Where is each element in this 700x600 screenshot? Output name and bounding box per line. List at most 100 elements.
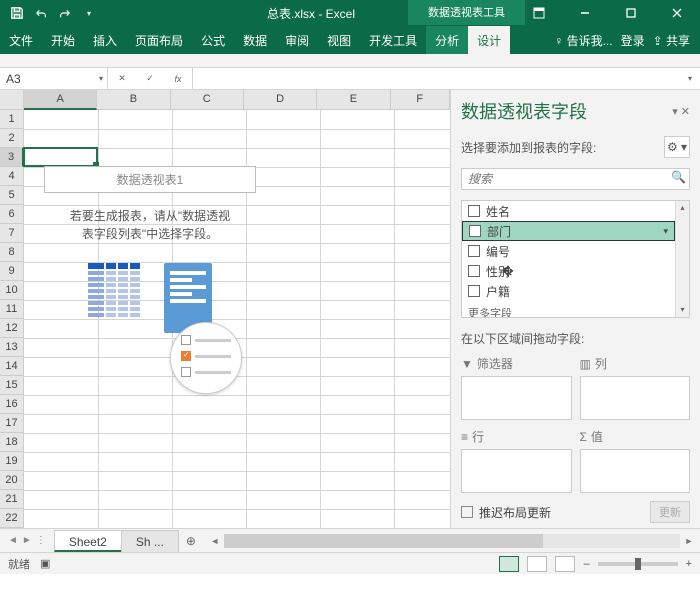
- row-header[interactable]: 20: [0, 471, 24, 490]
- chevron-down-icon[interactable]: ▾: [663, 226, 668, 237]
- col-header-e[interactable]: E: [317, 90, 390, 110]
- field-item[interactable]: 姓名: [462, 201, 675, 221]
- cells-area[interactable]: 数据透视表1 若要生成报表，请从"数据透视表字段列表"中选择字段。: [24, 110, 450, 528]
- select-all-cell[interactable]: [0, 90, 24, 110]
- col-header-c[interactable]: C: [171, 90, 244, 110]
- row-header[interactable]: 5: [0, 186, 24, 205]
- sheet-prev-icon[interactable]: ◄: [8, 535, 18, 546]
- row-header[interactable]: 18: [0, 433, 24, 452]
- checkbox-icon[interactable]: [468, 285, 480, 297]
- zone-columns[interactable]: ▥列: [580, 355, 691, 420]
- minimize-icon[interactable]: [562, 0, 608, 26]
- zoom-out-icon[interactable]: –: [583, 558, 589, 570]
- qat-dropdown-icon[interactable]: ▾: [78, 2, 100, 24]
- row-header[interactable]: 11: [0, 300, 24, 319]
- enter-formula-icon[interactable]: ✓: [136, 73, 164, 84]
- row-header[interactable]: 17: [0, 414, 24, 433]
- expand-formula-icon[interactable]: ▾: [680, 68, 700, 89]
- view-page-break-icon[interactable]: [555, 556, 575, 572]
- row-header[interactable]: 15: [0, 376, 24, 395]
- share-button[interactable]: ⇪ 共享: [653, 32, 690, 49]
- row-header[interactable]: 22: [0, 509, 24, 528]
- login-link[interactable]: 登录: [621, 32, 645, 49]
- checkbox-icon[interactable]: [469, 225, 481, 237]
- tab-developer[interactable]: 开发工具: [360, 26, 426, 54]
- tab-design[interactable]: 设计: [468, 26, 510, 54]
- tab-data[interactable]: 数据: [234, 26, 276, 54]
- checkbox-icon[interactable]: [468, 205, 480, 217]
- field-item[interactable]: 户籍: [462, 281, 675, 301]
- add-sheet-icon[interactable]: ⊕: [178, 529, 204, 552]
- zone-values[interactable]: Σ值: [580, 428, 691, 493]
- row-header[interactable]: 16: [0, 395, 24, 414]
- close-icon[interactable]: [654, 0, 700, 26]
- drop-zones: ▼筛选器 ▥列 ≡行 Σ值: [461, 355, 690, 493]
- macro-record-icon[interactable]: ▣: [40, 557, 50, 570]
- pivot-title: 数据透视表1: [44, 166, 256, 193]
- row-header[interactable]: 8: [0, 243, 24, 262]
- tab-file[interactable]: 文件: [0, 26, 42, 54]
- cancel-formula-icon[interactable]: ✕: [108, 73, 136, 84]
- defer-checkbox[interactable]: [461, 506, 473, 518]
- col-header-a[interactable]: A: [24, 90, 97, 110]
- view-normal-icon[interactable]: [499, 556, 519, 572]
- fx-icon[interactable]: fx: [164, 74, 192, 84]
- zoom-in-icon[interactable]: +: [686, 558, 692, 570]
- row-header[interactable]: 21: [0, 490, 24, 509]
- pane-close-icon[interactable]: ▾ ✕: [672, 105, 690, 118]
- horizontal-scrollbar[interactable]: ◄►: [204, 529, 700, 552]
- tab-analyze[interactable]: 分析: [426, 26, 468, 54]
- name-box[interactable]: A3 ▾: [0, 68, 108, 89]
- undo-icon[interactable]: [30, 2, 52, 24]
- row-header[interactable]: 12: [0, 319, 24, 338]
- row-header[interactable]: 10: [0, 281, 24, 300]
- tab-formulas[interactable]: 公式: [192, 26, 234, 54]
- row-header[interactable]: 9: [0, 262, 24, 281]
- checkbox-icon[interactable]: [468, 265, 480, 277]
- field-item-selected[interactable]: 部门▾: [462, 221, 675, 241]
- row-headers: 12345678910111213141516171819202122: [0, 110, 24, 528]
- redo-icon[interactable]: [54, 2, 76, 24]
- field-item[interactable]: 性别: [462, 261, 675, 281]
- tab-review[interactable]: 审阅: [276, 26, 318, 54]
- gear-icon[interactable]: ⚙ ▾: [664, 136, 690, 158]
- tab-view[interactable]: 视图: [318, 26, 360, 54]
- sheet-vdots-icon[interactable]: ⋮: [36, 535, 46, 546]
- field-scrollbar[interactable]: ▴▾: [675, 201, 689, 317]
- checkbox-icon[interactable]: [468, 245, 480, 257]
- row-header[interactable]: 1: [0, 110, 24, 129]
- formula-input[interactable]: [193, 68, 680, 89]
- row-header[interactable]: 4: [0, 167, 24, 186]
- sheet-tab[interactable]: Sh ...: [121, 530, 179, 552]
- row-header[interactable]: 7: [0, 224, 24, 243]
- row-header[interactable]: 14: [0, 357, 24, 376]
- tab-home[interactable]: 开始: [42, 26, 84, 54]
- worksheet-grid[interactable]: A B C D E F 1234567891011121314151617181…: [0, 90, 450, 528]
- maximize-icon[interactable]: [608, 0, 654, 26]
- zoom-slider[interactable]: [598, 562, 678, 566]
- sheet-tab[interactable]: Sheet2: [54, 530, 122, 552]
- col-header-f[interactable]: F: [391, 90, 450, 110]
- chevron-down-icon[interactable]: ▾: [99, 74, 103, 83]
- row-header[interactable]: 19: [0, 452, 24, 471]
- save-icon[interactable]: [6, 2, 28, 24]
- tab-insert[interactable]: 插入: [84, 26, 126, 54]
- row-header[interactable]: 13: [0, 338, 24, 357]
- col-header-b[interactable]: B: [97, 90, 170, 110]
- update-button[interactable]: 更新: [650, 501, 690, 523]
- view-page-layout-icon[interactable]: [527, 556, 547, 572]
- row-header[interactable]: 6: [0, 205, 24, 224]
- field-item[interactable]: 编号: [462, 241, 675, 261]
- row-header[interactable]: 2: [0, 129, 24, 148]
- zone-filters[interactable]: ▼筛选器: [461, 355, 572, 420]
- tell-me[interactable]: ♀ 告诉我...: [554, 32, 612, 49]
- tab-layout[interactable]: 页面布局: [126, 26, 192, 54]
- search-icon[interactable]: 🔍: [671, 170, 686, 184]
- sheet-next-icon[interactable]: ►: [22, 535, 32, 546]
- col-header-d[interactable]: D: [244, 90, 317, 110]
- zone-rows[interactable]: ≡行: [461, 428, 572, 493]
- more-fields[interactable]: 更多字段: [462, 301, 675, 317]
- field-search-input[interactable]: [461, 168, 690, 190]
- row-header[interactable]: 3: [0, 148, 24, 167]
- active-cell[interactable]: [23, 147, 98, 167]
